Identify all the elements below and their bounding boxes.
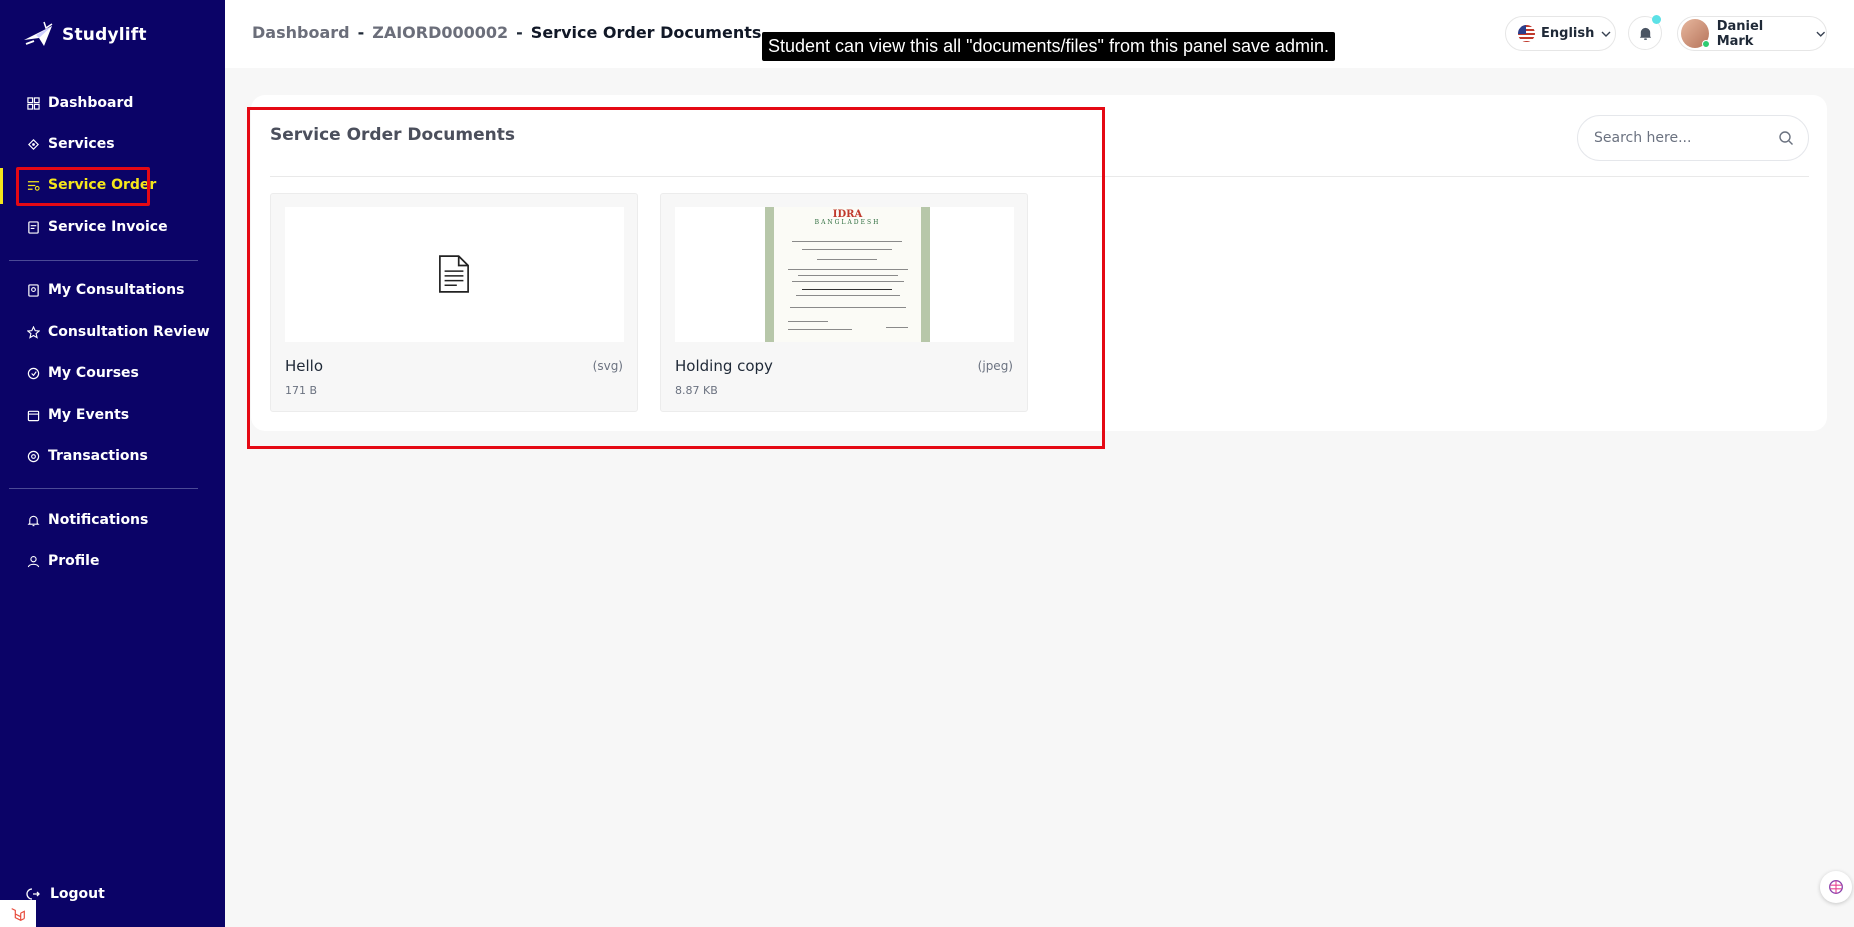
consultation-icon [26,283,40,297]
breadcrumb-current: Service Order Documents [530,23,762,42]
invoice-icon [26,220,40,234]
sidebar-item-my-events[interactable]: My Events [26,407,129,423]
brand-logo[interactable]: Studylift [22,20,147,50]
service-order-highlight-box [16,167,150,206]
sidebar-item-label: Notifications [48,512,149,528]
brand-name: Studylift [62,25,147,45]
sidebar-item-label: My Courses [48,365,139,381]
sidebar-item-consultation-review[interactable]: Consultation Review [26,324,210,340]
sidebar-item-service-invoice[interactable]: Service Invoice [26,219,168,235]
search-input[interactable] [1594,116,1774,160]
logout-icon [26,887,40,901]
active-indicator [0,168,3,204]
chevron-down-icon [1815,31,1825,37]
breadcrumb-dashboard[interactable]: Dashboard [252,23,350,42]
logout-button[interactable]: Logout [26,886,105,902]
plane-logo-icon [24,21,53,46]
bell-icon [1639,27,1651,40]
online-status-dot [1701,40,1710,48]
sidebar-divider [9,488,198,489]
sidebar-item-notifications[interactable]: Notifications [26,512,148,528]
annotation-caption: Student can view this all "documents/fil… [762,32,1336,61]
sidebar-item-label: Transactions [48,448,148,464]
sidebar-item-services[interactable]: Services [26,136,115,152]
chevron-down-icon [1601,31,1611,37]
sidebar-item-my-consultations[interactable]: My Consultations [26,282,184,298]
language-label: English [1541,26,1595,41]
brain-icon [1829,880,1843,894]
laravel-debug-icon[interactable] [0,900,36,927]
documents-highlight-box [247,107,1105,449]
sidebar-item-label: Profile [48,553,100,569]
services-icon [26,137,40,151]
sidebar-divider [9,260,198,261]
sidebar-item-label: Dashboard [48,95,134,111]
sidebar-item-transactions[interactable]: Transactions [26,448,148,464]
sidebar-item-label: My Events [48,407,130,423]
sidebar-item-label: Consultation Review [48,324,210,340]
calendar-icon [26,408,40,422]
sidebar-item-profile[interactable]: Profile [26,553,99,569]
courses-icon [26,366,40,380]
sidebar-item-label: My Consultations [48,282,185,298]
star-icon [26,325,40,339]
breadcrumb-separator: - [357,23,365,42]
bell-icon [26,513,40,527]
sidebar-item-label: Services [48,136,115,152]
notification-badge [1652,15,1661,24]
breadcrumb-separator: - [516,23,523,42]
dashboard-icon [26,96,40,110]
floating-helper-button[interactable] [1820,871,1852,903]
language-selector[interactable]: English [1505,16,1616,51]
user-icon [26,554,40,568]
us-flag-icon [1518,25,1535,42]
user-menu[interactable]: Daniel Mark [1677,16,1827,51]
avatar [1681,19,1710,48]
search-icon[interactable] [1778,130,1794,146]
transactions-icon [26,449,40,463]
sidebar-item-dashboard[interactable]: Dashboard [26,95,133,111]
breadcrumb-order-id[interactable]: ZAIORD000002 [372,23,508,42]
user-name: Daniel Mark [1716,18,1764,49]
search-box [1577,115,1809,161]
breadcrumb: Dashboard - ZAIORD000002 - Service Order… [252,23,761,42]
sidebar-item-my-courses[interactable]: My Courses [26,365,139,381]
logout-label: Logout [50,886,105,902]
sidebar-item-label: Service Invoice [48,219,168,235]
sidebar: Studylift Dashboard Services Service Ord… [0,0,225,927]
